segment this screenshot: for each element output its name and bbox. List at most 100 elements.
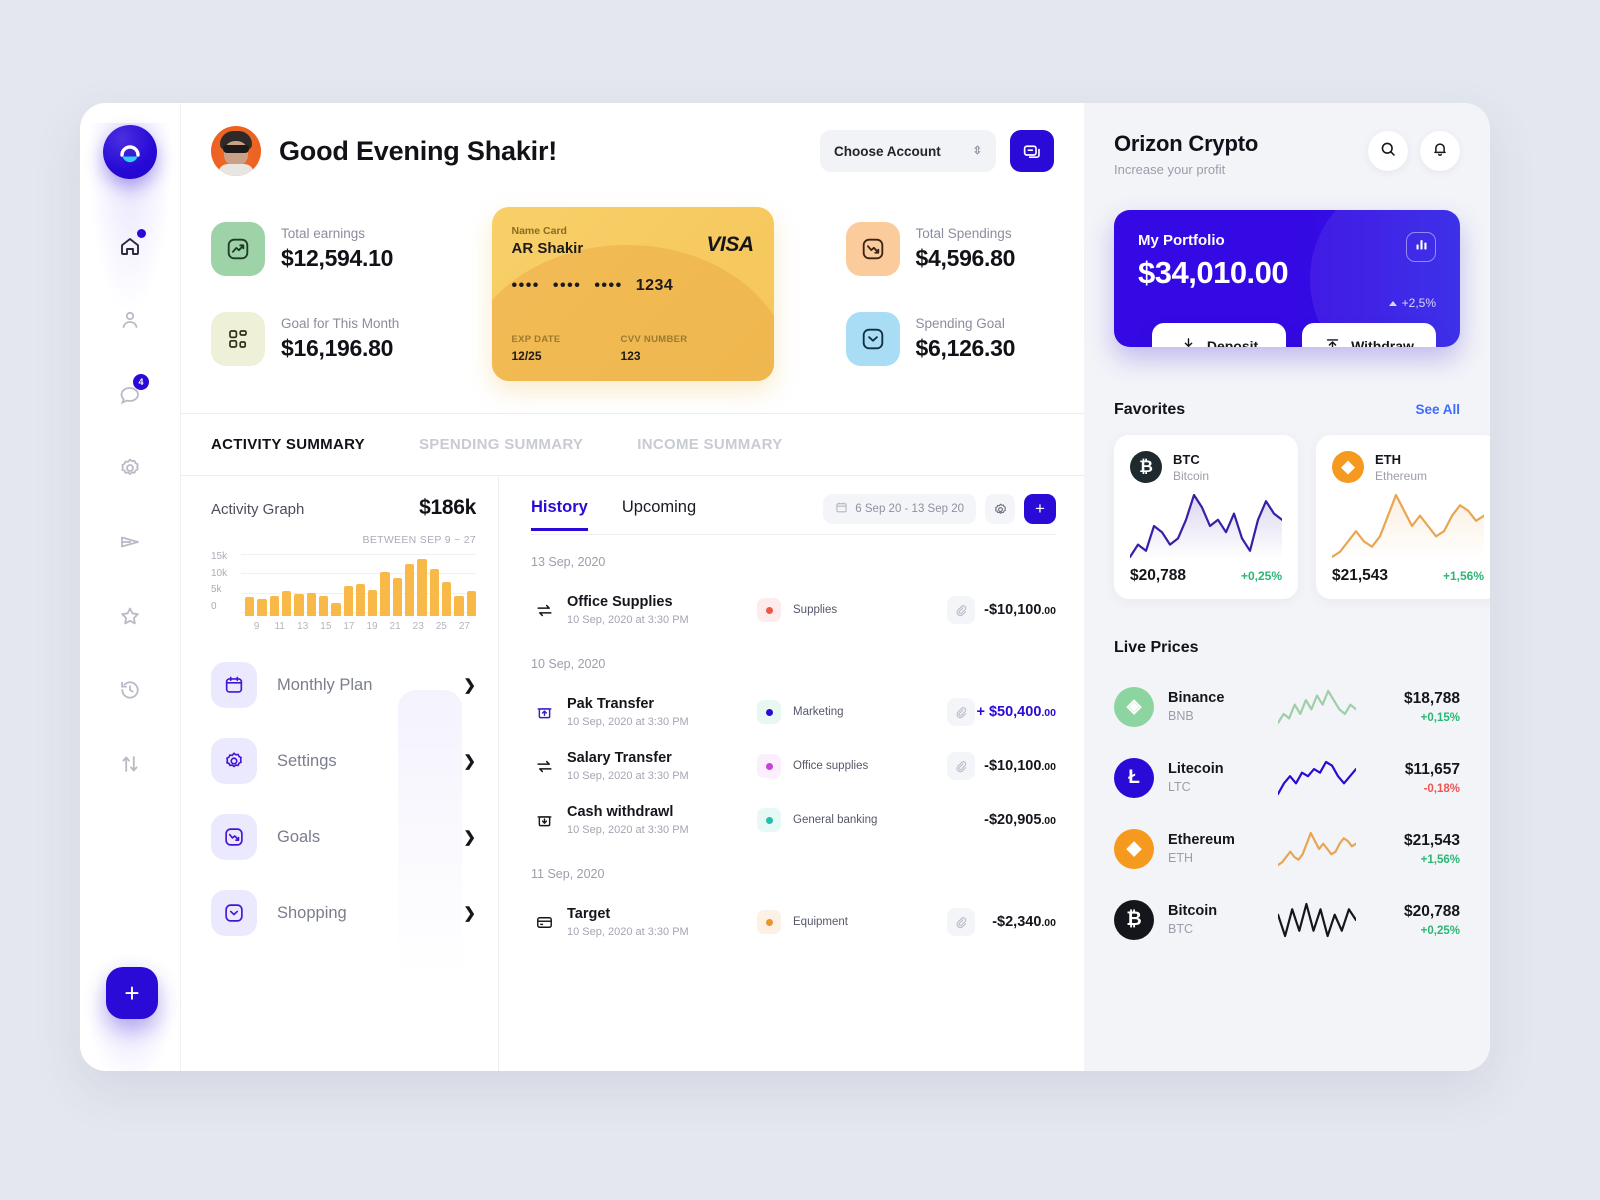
tab-history[interactable]: History: [531, 498, 588, 531]
transaction-info: Cash withdrawl 10 Sep, 2020 at 3:30 PM: [567, 804, 757, 836]
see-all-link[interactable]: See All: [1415, 402, 1460, 417]
x-tick: 19: [366, 621, 378, 632]
chart-bar: [355, 583, 366, 616]
avatar[interactable]: [211, 126, 261, 176]
stats-right: Total Spendings $4,596.80 Spending Goal …: [845, 222, 1055, 366]
favorites-header: Favorites See All: [1114, 401, 1460, 419]
coin-sparkline: [1276, 760, 1358, 796]
coin-sparkline: [1276, 902, 1358, 938]
deposit-button[interactable]: Deposit: [1152, 323, 1286, 347]
chevron-right-icon: ❯: [463, 829, 476, 846]
withdraw-button[interactable]: Withdraw: [1302, 323, 1436, 347]
list-item[interactable]: ◈ Binance BNB $18,788 +0,15%: [1114, 671, 1460, 742]
menu-item-monthly-plan[interactable]: Monthly Plan ❯: [211, 662, 476, 708]
sidebar-item-favorites[interactable]: [107, 593, 153, 639]
favorite-card[interactable]: ₿ BTC Bitcoin $20,788 +0,25%: [1114, 435, 1298, 599]
coin-sparkline: [1330, 493, 1486, 559]
favorite-card-footer: $21,543 +1,56%: [1332, 567, 1484, 585]
sidebar-item-history[interactable]: [107, 667, 153, 713]
attachment-icon[interactable]: [947, 908, 975, 936]
category-label: Office supplies: [793, 760, 869, 772]
date-range-picker[interactable]: 6 Sep 20 - 13 Sep 20: [823, 494, 976, 524]
x-tick: 9: [253, 621, 260, 632]
portfolio-chart-button[interactable]: [1406, 232, 1436, 262]
live-prices-title: Live Prices: [1114, 639, 1199, 656]
card-number: •••• •••• •••• 1234: [512, 277, 754, 295]
attachment-icon[interactable]: [947, 752, 975, 780]
deposit-label: Deposit: [1206, 338, 1259, 347]
chart-bars: [245, 554, 476, 616]
stats-row: Total earnings $12,594.10 Goal for This …: [181, 199, 1084, 381]
attachment-icon[interactable]: [947, 596, 975, 624]
x-tick: 23: [412, 621, 424, 632]
stat-total-earnings: Total earnings $12,594.10: [211, 222, 420, 276]
card-footer: EXP DATE 12/25 CVV NUMBER 123: [512, 334, 754, 363]
transaction-group: 11 Sep, 2020 Target 10 Sep, 2020 at 3:30 P…: [531, 867, 1056, 949]
credit-card[interactable]: Name Card AR Shakir VISA •••• •••• •••• …: [491, 207, 774, 381]
menu-item-settings[interactable]: Settings ❯: [211, 738, 476, 784]
coin-symbol: BNB: [1168, 709, 1194, 723]
messages-button[interactable]: [1010, 130, 1054, 172]
chart-bar: [294, 593, 304, 616]
transfer-icon: [531, 757, 557, 776]
coin-icon: ₿: [1130, 451, 1162, 483]
table-row[interactable]: Pak Transfer 10 Sep, 2020 at 3:30 PM Marke…: [531, 685, 1056, 739]
crypto-brand: Orizon Crypto: [1114, 131, 1259, 156]
category-dot-wrap: [757, 598, 781, 622]
coin-price: $20,788: [1130, 567, 1187, 584]
chart-bar: [368, 590, 378, 616]
notifications-button[interactable]: [1420, 131, 1460, 171]
transaction-title: Salary Transfer: [567, 750, 672, 766]
list-item[interactable]: ₿ Bitcoin BTC $20,788 +0,25%: [1114, 884, 1460, 955]
coin-values: $18,788 +0,15%: [1368, 690, 1460, 724]
sidebar-item-settings[interactable]: [107, 445, 153, 491]
tab-activity-summary[interactable]: ACTIVITY SUMMARY: [211, 436, 365, 475]
orizon-logo[interactable]: [103, 125, 157, 179]
portfolio-change-label: +2,5%: [1401, 296, 1436, 310]
sidebar-item-profile[interactable]: [107, 297, 153, 343]
history-settings-button[interactable]: [985, 494, 1015, 524]
coin-symbol: ETH: [1375, 451, 1401, 467]
coin-icon: ◆: [1332, 451, 1364, 483]
menu-item-shopping[interactable]: Shopping ❯: [211, 890, 476, 936]
account-select[interactable]: Choose Account ⇳: [820, 130, 996, 172]
search-button[interactable]: [1368, 131, 1408, 171]
coin-icon: Ł: [1114, 757, 1154, 798]
transaction-time: 10 Sep, 2020 at 3:30 PM: [567, 926, 689, 938]
transfer-icon: [531, 601, 557, 620]
chart-bar: [281, 590, 292, 616]
favorite-card[interactable]: ◆ ETH Ethereum $21,543 +1,56%: [1316, 435, 1490, 599]
main-area: Good Evening Shakir! Choose Account ⇳ To…: [180, 103, 1084, 1071]
table-row[interactable]: Target 10 Sep, 2020 at 3:30 PM Equipment -$…: [531, 895, 1056, 949]
table-row[interactable]: Salary Transfer 10 Sep, 2020 at 3:30 PM Of…: [531, 739, 1056, 793]
sidebar-item-messages[interactable]: 4: [107, 371, 153, 417]
sidebar-item-send[interactable]: [107, 519, 153, 565]
list-item[interactable]: Ł Litecoin LTC $11,657 -0,18%: [1114, 742, 1460, 813]
activity-graph-header: Activity Graph $186k: [211, 496, 476, 520]
tab-spending-summary[interactable]: SPENDING SUMMARY: [419, 436, 583, 475]
x-tick: 17: [343, 621, 355, 632]
favorite-card-header: ₿ BTC Bitcoin: [1130, 451, 1282, 483]
add-button[interactable]: +: [106, 967, 158, 1019]
tab-upcoming[interactable]: Upcoming: [622, 498, 696, 531]
attachment-icon[interactable]: [947, 698, 975, 726]
crypto-tagline: Increase your profit: [1114, 162, 1226, 177]
table-row[interactable]: Office Supplies 10 Sep, 2020 at 3:30 PM Su…: [531, 583, 1056, 637]
sidebar-item-home[interactable]: [107, 223, 153, 269]
coin-symbol: LTC: [1168, 780, 1191, 794]
category-dot: [765, 918, 773, 926]
menu-item-goals[interactable]: Goals ❯: [211, 814, 476, 860]
category-label: Marketing: [793, 706, 844, 718]
tab-income-summary[interactable]: INCOME SUMMARY: [637, 436, 782, 475]
add-transaction-button[interactable]: +: [1024, 494, 1056, 524]
coin-name: Ethereum: [1375, 468, 1428, 483]
crypto-panel: Orizon Crypto Increase your profit My Po…: [1084, 103, 1490, 1071]
live-prices-list: ◈ Binance BNB $18,788 +0,15% Ł Litecoin LTC $11,…: [1114, 671, 1460, 955]
category-dot-wrap: [757, 910, 781, 934]
table-row[interactable]: Cash withdrawl 10 Sep, 2020 at 3:30 PM Gen…: [531, 793, 1056, 847]
list-item[interactable]: ◆ Ethereum ETH $21,543 +1,56%: [1114, 813, 1460, 884]
gear-icon: [211, 738, 257, 784]
calendar-icon: [211, 662, 257, 708]
sidebar-item-transfers[interactable]: [107, 741, 153, 787]
coin-price: $11,657: [1404, 760, 1460, 778]
